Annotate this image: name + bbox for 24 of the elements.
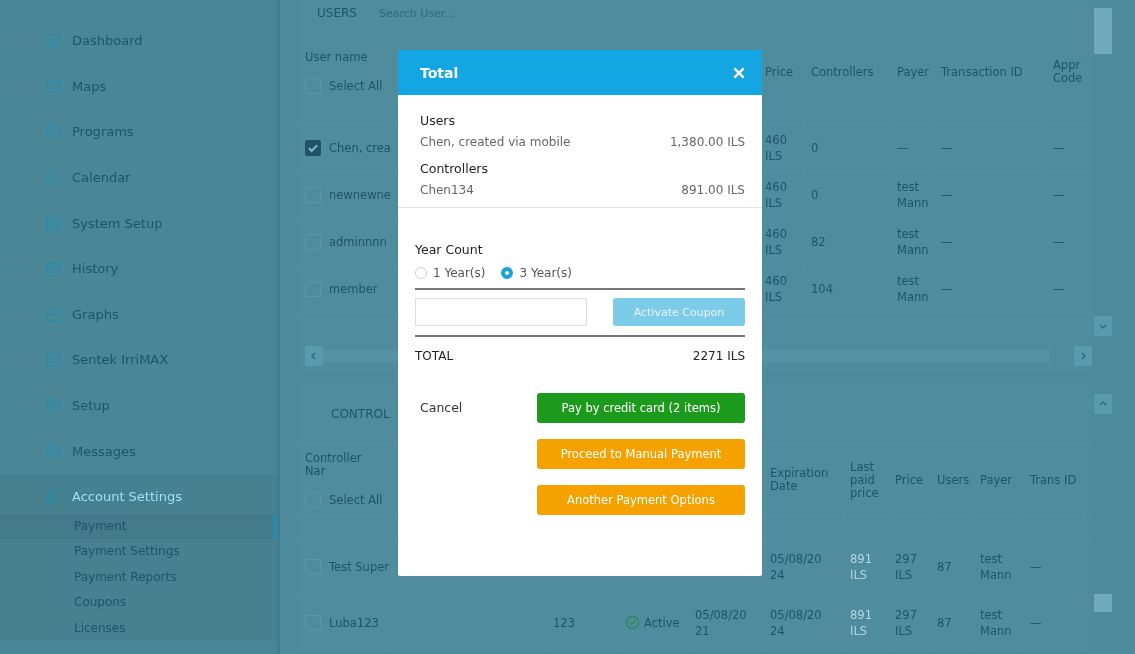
total-label: TOTAL (415, 349, 454, 363)
table-cell-text: — (1053, 140, 1066, 156)
table-cell-text: — (897, 140, 910, 156)
table-cell-text: — (1053, 234, 1066, 250)
year-count-label: Year Count (415, 242, 484, 257)
group-title: Users (420, 113, 456, 128)
item-amount: 1,380.00 ILS (669, 135, 745, 149)
table-cell-text: — (941, 234, 954, 250)
table-cell: newnewne (329, 188, 391, 202)
item-name: Chen, created via mobile (420, 135, 571, 149)
table-cell-text: — (1053, 187, 1066, 203)
table-cell-text: 891 ILS (850, 606, 873, 639)
dialog-title: Total (420, 64, 459, 81)
table-cell-text: 891 ILS (850, 550, 873, 583)
item-name: Chen134 (420, 183, 474, 197)
item-amount: 891.00 ILS (681, 183, 745, 197)
table-cell-text: — (941, 281, 954, 297)
table-cell-text: — (941, 187, 954, 203)
total-value: 2271 ILS (692, 349, 745, 363)
table-cell-text: — (1053, 281, 1066, 297)
table-cell-text: — (1030, 614, 1043, 631)
group-title: Controllers (420, 161, 489, 176)
table-cell-text: — (1030, 558, 1043, 575)
table-cell-text: — (941, 140, 954, 156)
